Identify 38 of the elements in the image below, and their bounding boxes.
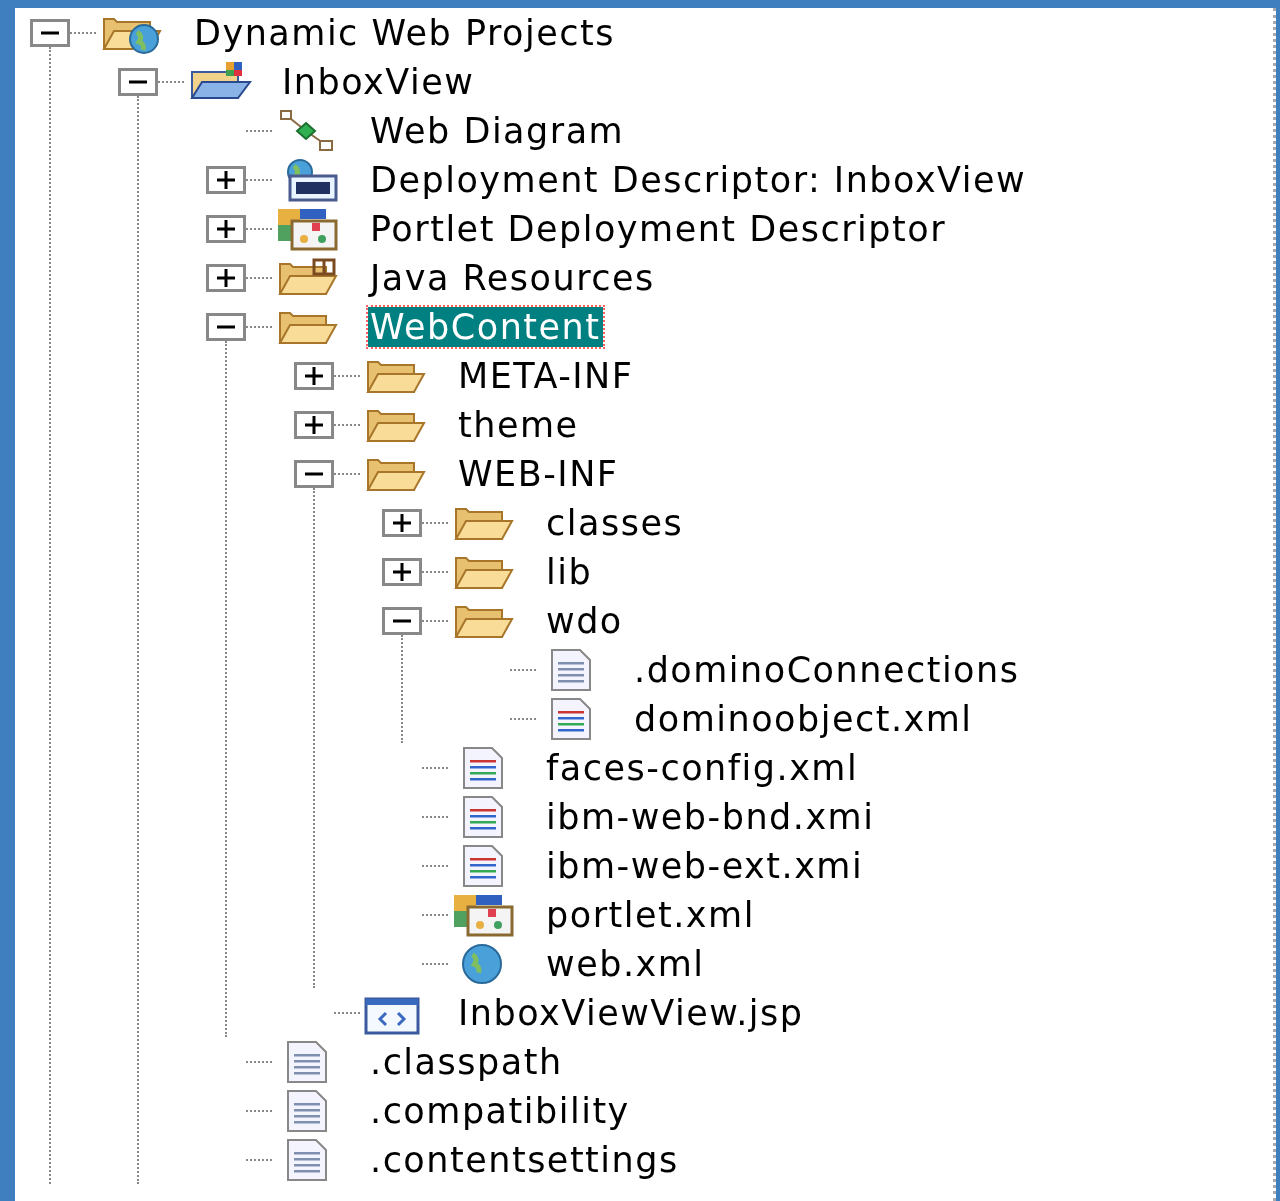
expand-icon[interactable]: [294, 361, 334, 390]
tree-item[interactable]: dominoobject.xml: [632, 698, 975, 739]
expand-icon[interactable]: [206, 214, 246, 243]
tree-item[interactable]: .dominoConnections: [632, 649, 1022, 690]
tree-item[interactable]: InboxView: [280, 61, 477, 102]
tree-item[interactable]: Java Resources: [368, 257, 657, 298]
tree-item[interactable]: .classpath: [368, 1041, 565, 1082]
portlet-icon: [452, 892, 516, 937]
tree-item[interactable]: Dynamic Web Projects: [192, 12, 617, 53]
expand-icon[interactable]: [206, 263, 246, 292]
tree-item[interactable]: WEB-INF: [456, 453, 621, 494]
collapse-icon[interactable]: [206, 312, 246, 341]
tree-item[interactable]: classes: [544, 502, 686, 543]
tree-item[interactable]: META-INF: [456, 355, 636, 396]
expand-icon[interactable]: [206, 165, 246, 194]
tree-item[interactable]: lib: [544, 551, 595, 592]
collapse-icon[interactable]: [294, 459, 334, 488]
expand-icon[interactable]: [294, 410, 334, 439]
tree-item[interactable]: .compatibility: [368, 1090, 632, 1131]
tree-item[interactable]: portlet.xml: [544, 894, 757, 935]
tree-item[interactable]: ibm-web-ext.xmi: [544, 845, 866, 886]
expand-icon[interactable]: [382, 557, 422, 586]
tree-item[interactable]: theme: [456, 404, 581, 445]
tree-item[interactable]: Portlet Deployment Descriptor: [368, 208, 949, 249]
tree-item[interactable]: ibm-web-bnd.xmi: [544, 796, 877, 837]
tree-item[interactable]: InboxViewView.jsp: [456, 992, 806, 1033]
tree-item[interactable]: Web Diagram: [368, 110, 627, 151]
tree-item[interactable]: web.xml: [544, 943, 707, 984]
tree-item[interactable]: WebContent: [368, 306, 603, 347]
tree-item[interactable]: .contentsettings: [368, 1139, 681, 1180]
collapse-icon[interactable]: [118, 67, 158, 96]
portlet-icon: [276, 206, 340, 251]
tree-item[interactable]: wdo: [544, 600, 625, 641]
collapse-icon[interactable]: [30, 18, 70, 47]
collapse-icon[interactable]: [382, 606, 422, 635]
tree-item[interactable]: faces-config.xml: [544, 747, 861, 788]
expand-icon[interactable]: [382, 508, 422, 537]
tree-item[interactable]: Deployment Descriptor: InboxView: [368, 159, 1029, 200]
